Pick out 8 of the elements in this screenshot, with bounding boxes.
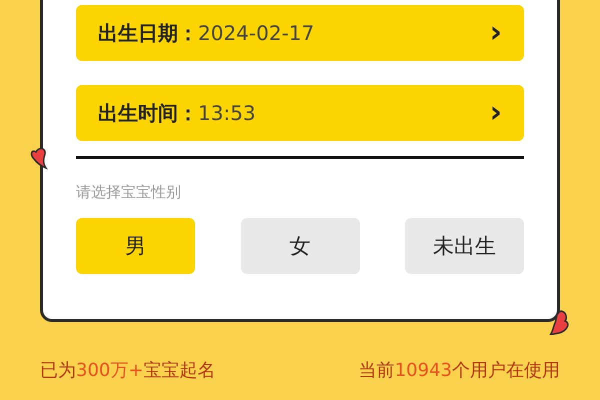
gender-option[interactable]: 女 <box>240 218 360 274</box>
picker-field[interactable]: 出生时间：13:53 › <box>76 85 524 141</box>
gender-option[interactable]: 男 <box>76 218 195 274</box>
stat-text: 当前10943个用户在使用 <box>358 359 560 382</box>
picker-field[interactable]: 出生日期：2024-02-17 › <box>76 5 524 61</box>
stat-text: 已为300万+宝宝起名 <box>40 359 216 382</box>
gender-option[interactable]: 未出生 <box>405 218 524 274</box>
gender-prompt: 请选择宝宝性别 <box>76 183 182 202</box>
